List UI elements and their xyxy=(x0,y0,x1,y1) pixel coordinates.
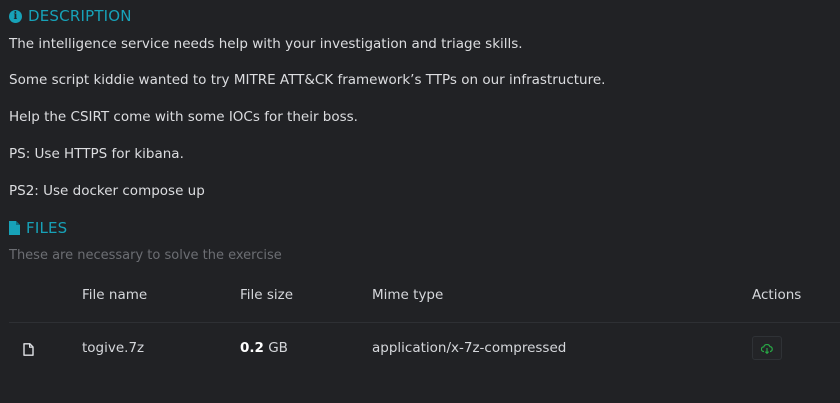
column-header-file-name: File name xyxy=(82,287,148,303)
description-line-4: PS: Use HTTPS for kibana. xyxy=(9,146,184,162)
file-name-cell: togive.7z xyxy=(82,340,145,356)
description-heading: i DESCRIPTION xyxy=(9,7,132,25)
file-icon xyxy=(23,341,34,360)
description-line-1: The intelligence service needs help with… xyxy=(9,36,523,52)
column-header-file-size: File size xyxy=(240,287,294,303)
files-heading-label: FILES xyxy=(26,219,68,237)
file-size-unit: GB xyxy=(268,340,288,356)
info-icon: i xyxy=(9,9,22,23)
file-size-value: 0.2 xyxy=(240,340,264,356)
mime-type-cell: application/x-7z-compressed xyxy=(372,340,567,356)
description-line-2: Some script kiddie wanted to try MITRE A… xyxy=(9,72,606,88)
challenge-page: i DESCRIPTION The intelligence service n… xyxy=(0,0,840,403)
description-heading-label: DESCRIPTION xyxy=(28,7,132,25)
column-header-actions: Actions xyxy=(752,287,802,303)
table-divider xyxy=(9,322,840,323)
column-header-mime-type: Mime type xyxy=(372,287,444,303)
description-line-3: Help the CSIRT come with some IOCs for t… xyxy=(9,109,358,125)
files-heading: FILES xyxy=(9,219,67,237)
download-button[interactable] xyxy=(752,336,782,360)
file-icon xyxy=(9,221,20,235)
files-subtitle: These are necessary to solve the exercis… xyxy=(9,248,282,263)
cloud-download-icon xyxy=(760,339,773,358)
description-line-5: PS2: Use docker compose up xyxy=(9,183,205,199)
file-size-cell: 0.2 GB xyxy=(240,340,288,356)
